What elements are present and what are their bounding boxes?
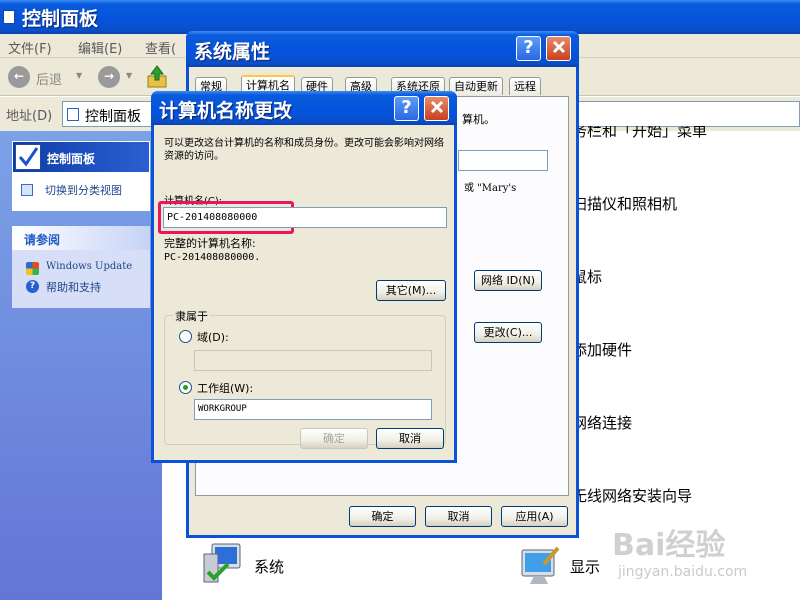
checkmark-panel-icon: [15, 144, 41, 170]
system-properties-ok-button[interactable]: 确定: [349, 506, 416, 527]
see-also-header: 请参阅: [12, 226, 150, 250]
category-scanners-cameras[interactable]: 扫描仪和照相机: [572, 193, 677, 214]
category-network-connections[interactable]: 网络连接: [572, 412, 632, 433]
menu-view[interactable]: 查看(: [145, 38, 176, 57]
control-panel-titlebar: 控制面板: [0, 0, 800, 34]
forward-arrow-icon[interactable]: →: [98, 66, 120, 88]
partial-description-text: 算机。: [462, 113, 495, 126]
control-panel-small-icon: [67, 108, 79, 121]
switch-category-view-link[interactable]: 切换到分类视图: [45, 182, 122, 198]
computer-name-field[interactable]: PC-201408080000: [163, 207, 447, 228]
domain-field[interactable]: [194, 350, 432, 371]
network-id-button[interactable]: 网络 ID(N): [474, 270, 542, 291]
domain-label: 域(D):: [197, 331, 229, 344]
forward-dropdown-icon[interactable]: ▼: [126, 71, 132, 80]
see-also-box: 请参阅 Windows Update ? 帮助和支持: [12, 226, 150, 308]
system-properties-close-button[interactable]: [546, 36, 571, 61]
rename-dialog-titlebar: 计算机名称更改 ?: [151, 91, 457, 125]
workgroup-radio[interactable]: [179, 381, 192, 394]
display-label[interactable]: 显示: [570, 556, 600, 577]
task-box-title: 控制面板: [47, 152, 96, 166]
system-properties-title: 系统属性: [194, 41, 271, 63]
control-panel-task-box: 控制面板 切换到分类视图: [12, 141, 150, 211]
rename-cancel-button[interactable]: 取消: [376, 428, 444, 449]
menu-edit[interactable]: 编辑(E): [78, 38, 122, 57]
system-properties-apply-button[interactable]: 应用(A): [501, 506, 568, 527]
full-computer-name-value: PC-201408080000.: [164, 252, 261, 263]
rename-dialog-help-button[interactable]: ?: [394, 96, 419, 121]
change-button[interactable]: 更改(C)...: [474, 322, 542, 343]
task-box-header: 控制面板: [13, 142, 149, 172]
category-add-hardware[interactable]: 添加硬件: [572, 339, 632, 360]
full-computer-name-label: 完整的计算机名称:: [164, 237, 256, 250]
category-wireless-setup[interactable]: 无线网络安装向导: [572, 485, 692, 506]
see-also-title: 请参阅: [24, 233, 61, 247]
menu-file[interactable]: 文件(F): [8, 38, 52, 57]
rename-dialog-close-button[interactable]: [424, 96, 449, 121]
workgroup-label: 工作组(W):: [197, 382, 254, 395]
address-value: 控制面板: [85, 109, 141, 125]
computer-description-field[interactable]: [458, 150, 548, 171]
system-properties-cancel-button[interactable]: 取消: [425, 506, 492, 527]
rename-description: 可以更改这台计算机的名称和成员身份。更改可能会影响对网络资源的访问。: [164, 138, 444, 162]
member-of-label: 隶属于: [173, 308, 210, 324]
tab-automatic-updates[interactable]: 自动更新: [449, 77, 503, 95]
partial-example-text: 或 "Mary's: [464, 183, 517, 194]
help-support-link[interactable]: 帮助和支持: [46, 279, 101, 295]
more-button[interactable]: 其它(M)...: [376, 280, 446, 301]
switch-view-icon: [21, 184, 33, 196]
windows-update-icon: [26, 262, 39, 275]
system-label[interactable]: 系统: [254, 556, 284, 577]
address-label: 地址(D): [6, 109, 53, 124]
back-dropdown-icon: ▼: [76, 71, 83, 80]
rename-dialog-title: 计算机名称更改: [159, 100, 293, 122]
control-panel-app-icon: [3, 10, 15, 24]
system-icon[interactable]: [200, 542, 246, 586]
back-label: 后退: [36, 73, 63, 88]
rename-dialog-body: 可以更改这台计算机的名称和成员身份。更改可能会影响对网络资源的访问。 计算机名(…: [154, 125, 454, 460]
back-arrow-icon: ←: [8, 66, 30, 88]
rename-ok-button[interactable]: 确定: [300, 428, 368, 449]
help-icon: ?: [26, 280, 39, 293]
domain-radio[interactable]: [179, 330, 192, 343]
computer-name-change-dialog: 计算机名称更改 ? 可以更改这台计算机的名称和成员身份。更改可能会影响对网络资源…: [151, 91, 457, 463]
display-icon[interactable]: [516, 544, 562, 588]
member-of-group: 隶属于 域(D): 工作组(W): WORKGROUP: [164, 308, 446, 445]
baidu-watermark-logo: Bai经验: [612, 528, 726, 563]
windows-update-link[interactable]: Windows Update: [46, 261, 132, 272]
system-properties-titlebar: 系统属性 ?: [186, 31, 579, 67]
up-folder-icon[interactable]: [146, 64, 168, 88]
system-properties-help-button[interactable]: ?: [516, 36, 541, 61]
tab-remote[interactable]: 远程: [509, 77, 541, 95]
workgroup-field[interactable]: WORKGROUP: [194, 399, 432, 420]
back-button[interactable]: ← 后退 ▼: [8, 66, 88, 90]
left-pane: 控制面板 切换到分类视图 请参阅 Windows Update ? 帮助和支持: [0, 131, 162, 600]
baidu-watermark-url: jingyan.baidu.com: [618, 564, 748, 580]
control-panel-title: 控制面板: [22, 8, 99, 30]
